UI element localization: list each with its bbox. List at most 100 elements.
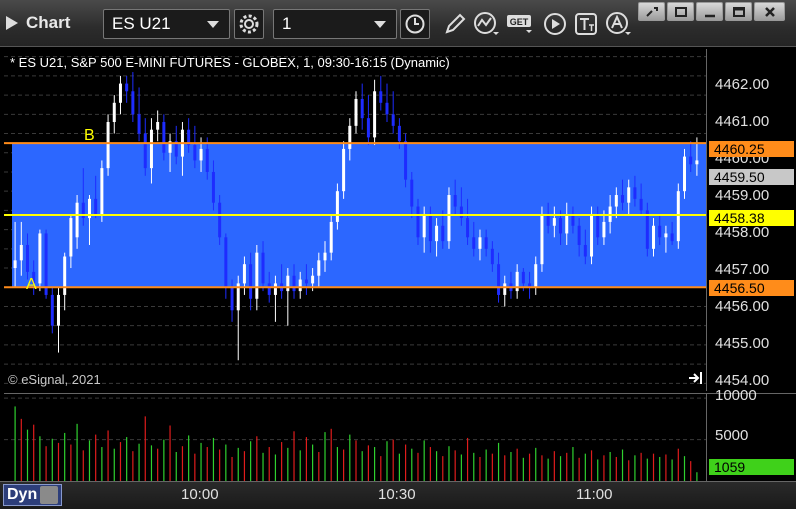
text-tool-icon[interactable] [572,9,602,39]
chevron-down-icon [207,20,219,28]
candle-body [38,233,42,284]
point-label-a: A [26,276,37,293]
candle-body [298,279,302,292]
minimize-button[interactable] [696,2,723,21]
candle-body [453,195,457,207]
candle-body [218,202,222,238]
candle-body [255,252,259,299]
study-icon[interactable] [472,9,502,39]
volume-chart[interactable] [4,394,706,481]
price-chart[interactable] [4,49,706,391]
upper-line-badge: 4460.25 [709,141,794,157]
candle-body [590,214,594,257]
clock-icon[interactable] [400,9,430,39]
candle-body [249,264,253,299]
lock-icon[interactable] [40,486,59,504]
candle-body [199,148,203,161]
price-tick: 4459.00 [715,187,770,204]
candle-body [311,275,315,284]
lower-line-badge: 4456.50 [709,280,794,296]
symbol-value: ES U21 [112,14,171,33]
candle-body [422,214,426,238]
candle-body [329,221,333,253]
candle-body [478,237,482,249]
last-price-badge: 4459.50 [709,169,794,185]
alert-icon[interactable] [604,9,634,39]
candle-body [484,237,488,249]
candle-body [19,244,23,261]
candle-body [689,156,693,165]
maximize-button[interactable] [725,2,752,21]
candle-body [683,156,687,192]
candle-body [63,256,67,295]
candle-body [397,125,401,142]
chart-header: * ES U21, S&P 500 E-MINI FUTURES - GLOBE… [10,55,450,70]
price-tick: 4457.00 [715,261,770,278]
jump-to-end-icon[interactable] [688,371,704,390]
candle-body [633,187,637,199]
gear-icon[interactable] [234,9,264,39]
candle-body [149,129,153,169]
candle-body [373,91,377,138]
mid-line-badge: 4458.38 [709,210,794,226]
candle-body [416,206,420,238]
candle-body [534,264,538,288]
candle-body [583,244,587,257]
candle-body [472,237,476,249]
candle-body [360,98,364,119]
candle-body [162,122,166,153]
close-button[interactable] [754,2,785,21]
price-tick: 4456.00 [715,298,770,315]
candle-body [342,148,346,192]
volume-pane[interactable] [4,393,706,481]
candle-body [261,252,265,284]
candle-body [273,283,277,295]
time-tick: 11:00 [576,486,613,503]
interval-value: 1 [282,14,292,33]
candle-body [379,91,383,103]
candle-body [354,98,358,126]
candle-body [596,214,600,238]
app-title[interactable]: Chart [6,10,70,36]
candle-body [559,218,563,234]
candle-body [497,264,501,295]
interval-dropdown[interactable]: 1 [273,9,397,39]
candle-body [156,122,160,130]
get-data-icon[interactable]: GET [506,9,536,39]
dynamic-label: Dyn [7,486,38,503]
link-window-button[interactable] [638,2,665,21]
collapse-triangle-icon[interactable] [6,16,18,30]
candle-body [366,118,370,138]
dynamic-button[interactable]: Dyn [3,484,63,506]
candle-body [267,283,271,295]
candle-body [459,206,463,219]
copyright-text: © eSignal, 2021 [8,372,101,387]
price-scale[interactable]: 4462.00 4461.00 4460.00 4459.00 4458.00 … [706,49,796,391]
volume-scale[interactable]: 10000 5000 1059 [706,387,796,481]
candle-body [540,214,544,265]
price-pane[interactable] [4,49,706,391]
pencil-icon[interactable] [440,9,470,39]
candle-body [441,225,445,242]
candle-body [323,252,327,261]
time-axis[interactable]: Dyn 10:00 10:30 11:00 [0,481,796,509]
candle-body [639,198,643,211]
symbol-dropdown[interactable]: ES U21 [103,9,230,39]
candle-body [614,195,618,207]
candle-body [695,160,699,165]
candle-body [676,191,680,242]
candle-body [143,133,147,169]
candle-body [335,191,339,222]
play-icon[interactable] [540,9,570,39]
candle-body [552,218,556,226]
candle-body [490,248,494,265]
candle-body [50,294,54,326]
candle-body [577,225,581,245]
candle-body [503,283,507,295]
candle-body [348,125,352,149]
candle-body [670,233,674,242]
restore-window-button[interactable] [667,2,694,21]
candle-body [447,195,451,242]
time-tick: 10:30 [378,486,416,503]
point-label-b: B [84,127,95,144]
